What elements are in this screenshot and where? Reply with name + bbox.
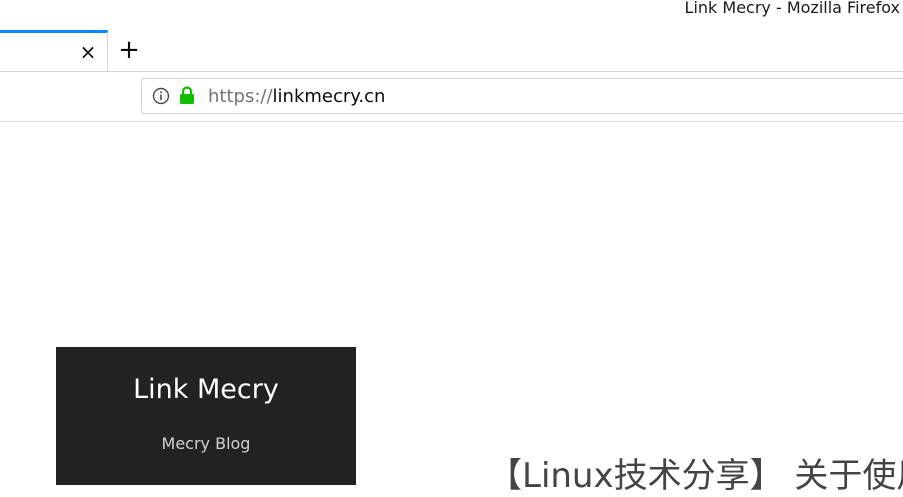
active-tab[interactable]: × bbox=[0, 30, 108, 71]
url-bar[interactable]: https://linkmecry.cn bbox=[141, 78, 903, 114]
url-text[interactable]: https://linkmecry.cn bbox=[208, 86, 385, 108]
site-title[interactable]: Link Mecry bbox=[56, 374, 356, 405]
tab-strip: × + bbox=[0, 30, 903, 72]
site-header: Link Mecry Mecry Blog bbox=[56, 347, 356, 485]
url-host: linkmecry.cn bbox=[272, 86, 386, 107]
new-tab-button[interactable]: + bbox=[116, 35, 142, 65]
url-scheme: https:// bbox=[208, 86, 273, 107]
info-icon[interactable] bbox=[152, 87, 170, 105]
lock-icon[interactable] bbox=[179, 86, 195, 105]
tab-close-button[interactable]: × bbox=[78, 41, 98, 63]
site-subtitle: Mecry Blog bbox=[161, 434, 251, 453]
window-title: Link Mecry - Mozilla Firefox bbox=[684, 0, 900, 17]
title-bar: Link Mecry - Mozilla Firefox bbox=[0, 0, 903, 30]
post-title[interactable]: 【Linux技术分享】 关于使用 bbox=[488, 448, 903, 497]
page-content: Link Mecry Mecry Blog 【Linux技术分享】 关于使用 bbox=[0, 122, 903, 496]
nav-bar: https://linkmecry.cn bbox=[0, 72, 903, 122]
